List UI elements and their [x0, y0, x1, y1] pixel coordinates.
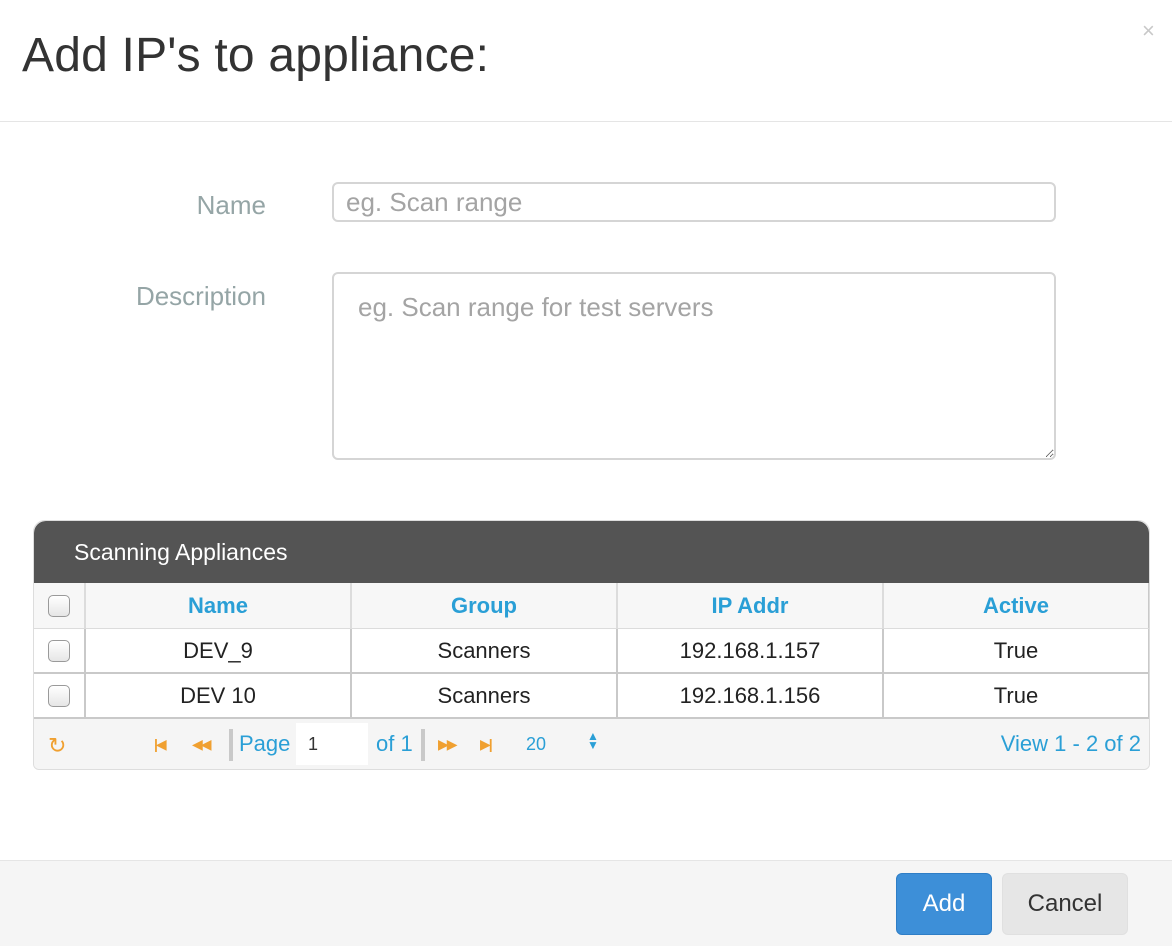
- table-row[interactable]: DEV_9 Scanners 192.168.1.157 True: [34, 629, 1149, 674]
- row-select-cell: [34, 629, 86, 672]
- first-page-icon[interactable]: |◀: [154, 736, 167, 753]
- prev-page-icon[interactable]: ◀◀: [192, 736, 211, 753]
- table-row[interactable]: DEV 10 Scanners 192.168.1.156 True: [34, 674, 1149, 719]
- row-checkbox[interactable]: [48, 684, 70, 707]
- modal-title: Add IP's to appliance:: [22, 29, 490, 82]
- row-checkbox[interactable]: [48, 639, 70, 662]
- next-page-icon[interactable]: ▶▶: [438, 736, 457, 753]
- cell-active: True: [884, 629, 1149, 672]
- description-textarea[interactable]: [332, 272, 1056, 460]
- cell-name: DEV 10: [86, 674, 352, 717]
- page-size-select[interactable]: 20: [526, 734, 546, 755]
- modal-header: Add IP's to appliance: ×: [0, 0, 1172, 122]
- page-number-input[interactable]: [296, 723, 368, 765]
- record-count-text: View 1 - 2 of 2: [1000, 731, 1141, 756]
- close-icon[interactable]: ×: [1142, 20, 1155, 42]
- column-header-active[interactable]: Active: [884, 583, 1149, 629]
- select-arrows-icon[interactable]: ▲ ▼: [587, 730, 599, 751]
- last-page-icon[interactable]: ▶|: [480, 736, 493, 753]
- cell-name: DEV_9: [86, 629, 352, 672]
- pager-separator: [421, 729, 425, 761]
- name-label: Name: [196, 190, 266, 220]
- add-button[interactable]: Add: [896, 873, 992, 935]
- pager-separator: [229, 729, 233, 761]
- page-count-text: of 1: [376, 731, 413, 756]
- cancel-button[interactable]: Cancel: [1002, 873, 1128, 935]
- name-input[interactable]: [332, 182, 1056, 222]
- grid-pager: ↻ |◀ ◀◀ Page of 1 ▶▶ ▶| 20 ▲▼ View 1 - 2…: [34, 719, 1149, 769]
- description-label: Description: [135, 281, 266, 311]
- cell-group: Scanners: [352, 674, 618, 717]
- grid-caption: Scanning Appliances: [34, 521, 1149, 583]
- cell-ip-addr: 192.168.1.157: [618, 629, 884, 672]
- page-label: Page: [239, 731, 291, 756]
- row-select-cell: [34, 674, 86, 717]
- column-header-ip-addr[interactable]: IP Addr: [618, 583, 884, 629]
- grid-table: Name Group IP Addr Active DEV_9 Scanners…: [34, 583, 1149, 719]
- select-all-cell: [34, 583, 86, 629]
- column-header-name[interactable]: Name: [86, 583, 352, 629]
- refresh-icon[interactable]: ↻: [48, 733, 66, 759]
- add-ips-modal: Add IP's to appliance: × Name Descriptio…: [0, 0, 1172, 946]
- select-all-checkbox[interactable]: [48, 594, 70, 617]
- column-header-group[interactable]: Group: [352, 583, 618, 629]
- modal-footer: Add Cancel: [0, 860, 1172, 946]
- grid-header-row: Name Group IP Addr Active: [34, 583, 1149, 629]
- cell-ip-addr: 192.168.1.156: [618, 674, 884, 717]
- scanning-appliances-grid: Scanning Appliances Name Group IP Addr A…: [33, 520, 1150, 770]
- cell-active: True: [884, 674, 1149, 717]
- cell-group: Scanners: [352, 629, 618, 672]
